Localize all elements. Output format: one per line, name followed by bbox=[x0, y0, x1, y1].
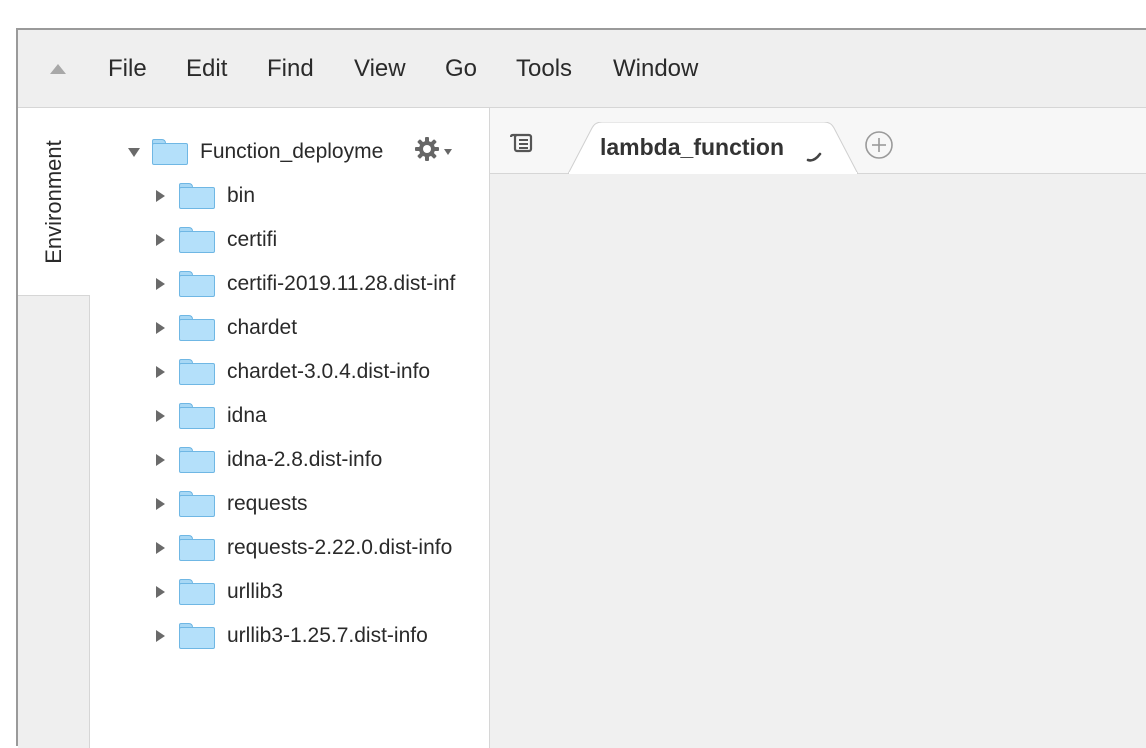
collapsed-arrow-icon[interactable] bbox=[156, 542, 165, 554]
collapsed-arrow-icon[interactable] bbox=[156, 586, 165, 598]
tree-item[interactable]: bin bbox=[156, 178, 255, 214]
folder-icon bbox=[179, 227, 215, 253]
tree-item[interactable]: certifi-2019.11.28.dist-inf bbox=[156, 266, 455, 302]
tree-item[interactable]: urllib3 bbox=[156, 574, 283, 610]
menu-file[interactable]: File bbox=[108, 54, 147, 84]
collapsed-arrow-icon[interactable] bbox=[156, 234, 165, 246]
tree-item[interactable]: urllib3-1.25.7.dist-info bbox=[156, 618, 428, 654]
menu-edit[interactable]: Edit bbox=[186, 54, 227, 84]
folder-icon bbox=[179, 623, 215, 649]
collapsed-arrow-icon[interactable] bbox=[156, 498, 165, 510]
editor-tab-bar: lambda_function bbox=[490, 108, 1146, 174]
tree-item-label: certifi bbox=[227, 228, 278, 251]
tree-item[interactable]: chardet-3.0.4.dist-info bbox=[156, 354, 430, 390]
menu-window[interactable]: Window bbox=[613, 54, 698, 84]
side-panel-strip: Environment bbox=[18, 108, 90, 748]
collapsed-arrow-icon[interactable] bbox=[156, 410, 165, 422]
collapsed-arrow-icon[interactable] bbox=[156, 630, 165, 642]
tree-item-label: idna-2.8.dist-info bbox=[227, 448, 383, 471]
tree-item[interactable]: requests bbox=[156, 486, 308, 522]
ide-window: File Edit Find View Go Tools Window Envi… bbox=[16, 28, 1146, 748]
tab-lambda-function[interactable]: lambda_function bbox=[568, 122, 858, 174]
tree-item-label: urllib3-1.25.7.dist-info bbox=[227, 624, 428, 647]
tree-item-label: bin bbox=[227, 184, 256, 207]
scroll-icon[interactable] bbox=[509, 132, 536, 159]
menu-view[interactable]: View bbox=[354, 54, 406, 84]
folder-icon bbox=[179, 535, 215, 561]
environment-tab[interactable]: Environment bbox=[18, 108, 90, 296]
file-tree-panel: Function_deployme bin certifi certifi-20… bbox=[90, 108, 490, 748]
tree-item-label: requests-2.22.0.dist-info bbox=[227, 536, 453, 559]
environment-tab-label: Environment bbox=[41, 140, 66, 264]
folder-icon bbox=[179, 403, 215, 429]
tree-item-label: urllib3 bbox=[227, 580, 284, 603]
tree-item-label: chardet-3.0.4.dist-info bbox=[227, 360, 431, 383]
collapsed-arrow-icon[interactable] bbox=[156, 454, 165, 466]
gear-icon bbox=[414, 136, 440, 167]
folder-icon bbox=[179, 315, 215, 341]
tree-item-label: idna bbox=[227, 404, 267, 427]
tree-item[interactable]: certifi bbox=[156, 222, 277, 258]
chevron-down-icon bbox=[444, 148, 452, 155]
folder-icon bbox=[179, 579, 215, 605]
tree-root-label: Function_deployme bbox=[200, 140, 384, 163]
expand-arrow-icon[interactable] bbox=[128, 147, 140, 157]
collapsed-arrow-icon[interactable] bbox=[156, 190, 165, 202]
menu-find[interactable]: Find bbox=[267, 54, 314, 84]
menu-bar: File Edit Find View Go Tools Window bbox=[18, 30, 1146, 108]
tab-label: lambda_function bbox=[600, 134, 785, 160]
collapse-menu-icon[interactable] bbox=[48, 62, 68, 76]
tree-item-label: certifi-2019.11.28.dist-inf bbox=[227, 272, 456, 295]
tree-settings-button[interactable] bbox=[414, 136, 452, 167]
folder-icon bbox=[152, 139, 188, 165]
menu-tools[interactable]: Tools bbox=[516, 54, 572, 84]
editor-area: lambda_function bbox=[490, 108, 1146, 748]
folder-icon bbox=[179, 491, 215, 517]
collapsed-arrow-icon[interactable] bbox=[156, 366, 165, 378]
folder-icon bbox=[179, 271, 215, 297]
tree-item-label: requests bbox=[227, 492, 308, 515]
plus-circle-icon[interactable] bbox=[864, 130, 894, 165]
folder-icon bbox=[179, 183, 215, 209]
tree-item[interactable]: idna bbox=[156, 398, 267, 434]
folder-icon bbox=[179, 447, 215, 473]
folder-icon bbox=[179, 359, 215, 385]
tree-item[interactable]: idna-2.8.dist-info bbox=[156, 442, 382, 478]
tree-root-row[interactable]: Function_deployme bbox=[128, 134, 383, 170]
collapsed-arrow-icon[interactable] bbox=[156, 322, 165, 334]
menu-go[interactable]: Go bbox=[445, 54, 477, 84]
tree-item[interactable]: chardet bbox=[156, 310, 297, 346]
tree-item-label: chardet bbox=[227, 316, 298, 339]
tree-item[interactable]: requests-2.22.0.dist-info bbox=[156, 530, 452, 566]
collapsed-arrow-icon[interactable] bbox=[156, 278, 165, 290]
